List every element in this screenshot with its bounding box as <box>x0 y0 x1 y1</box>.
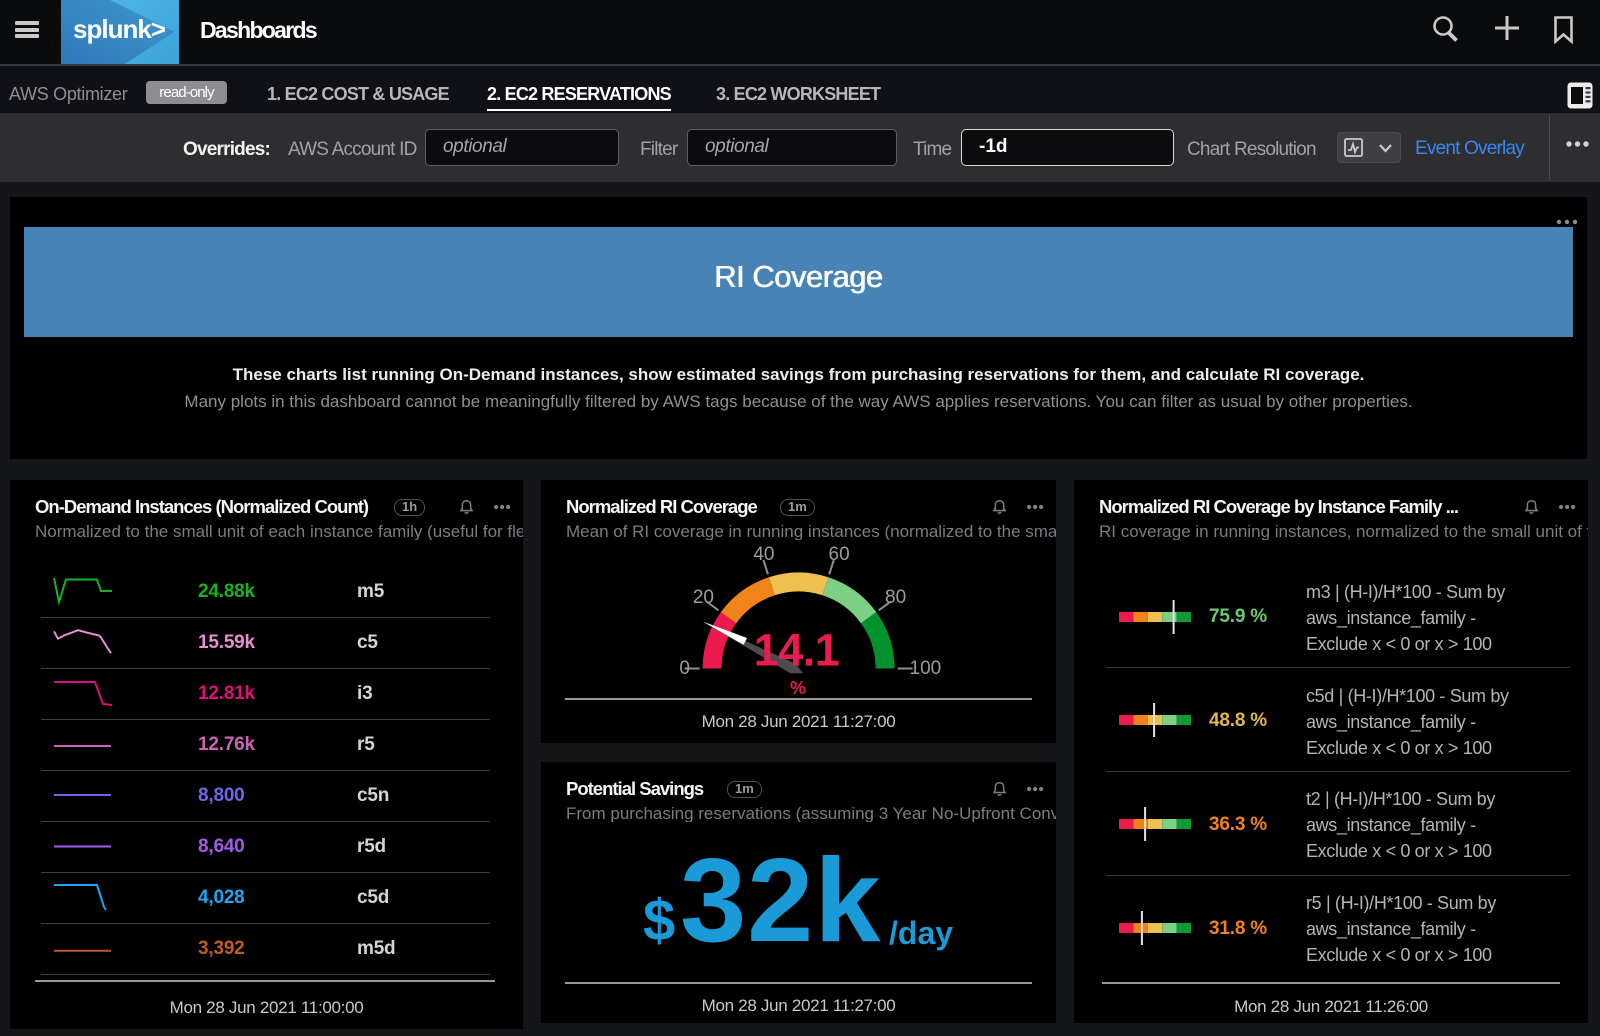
svg-text:60: 60 <box>829 544 850 565</box>
svg-text:%: % <box>790 678 806 698</box>
svg-text:splunk>: splunk> <box>73 14 166 44</box>
svg-text:80: 80 <box>885 587 906 608</box>
svg-text:14.1: 14.1 <box>754 625 840 676</box>
svg-text:40: 40 <box>753 544 774 565</box>
svg-text:20: 20 <box>693 587 714 608</box>
svg-text:0: 0 <box>679 658 690 679</box>
svg-text:100: 100 <box>910 658 942 679</box>
